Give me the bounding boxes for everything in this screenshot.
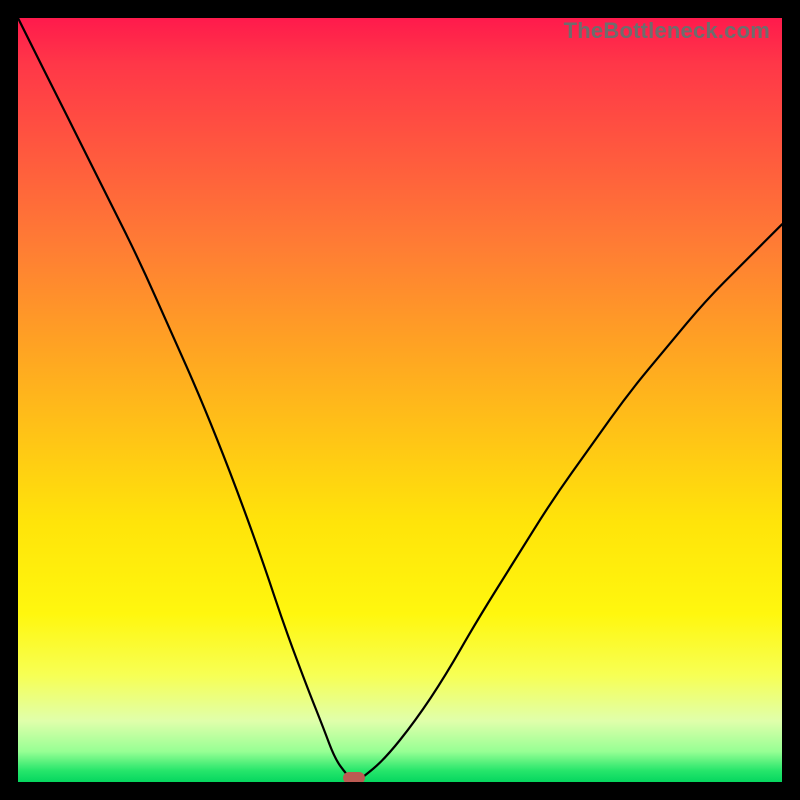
plot-area: TheBottleneck.com bbox=[18, 18, 782, 782]
chart-frame: TheBottleneck.com bbox=[0, 0, 800, 800]
curve-svg bbox=[18, 18, 782, 782]
optimum-marker bbox=[343, 772, 365, 782]
bottleneck-curve bbox=[18, 18, 782, 781]
